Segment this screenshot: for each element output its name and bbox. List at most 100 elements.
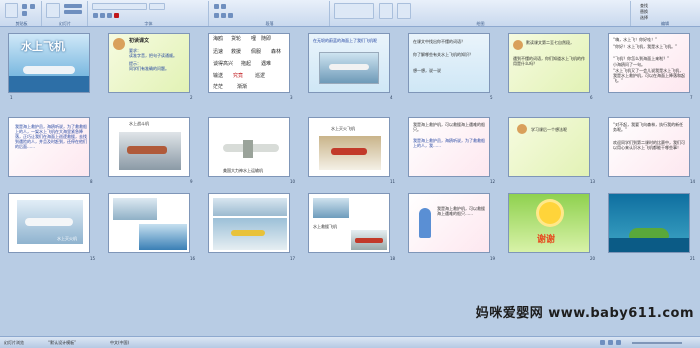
slide-number-5: 5: [490, 95, 493, 100]
copy-icon[interactable]: [22, 11, 27, 16]
font-size-select[interactable]: [149, 3, 165, 10]
reset-icon[interactable]: [64, 10, 82, 14]
slide-number-1: 1: [10, 95, 13, 100]
slide-number-2: 2: [190, 95, 193, 100]
replace-button[interactable]: 替换: [640, 9, 648, 14]
slide-sorter-view-icon[interactable]: [608, 340, 613, 345]
numbering-icon[interactable]: [221, 4, 226, 9]
word-10: 拖起: [241, 61, 252, 67]
slide-thumbnail-19[interactable]: 我是海上救护机，可以救援海上遇难的船只……: [408, 193, 490, 253]
status-view: 幻灯片浏览: [4, 340, 24, 345]
align-center-icon[interactable]: [221, 13, 226, 18]
seaplane-photo-top: [313, 198, 349, 218]
select-button[interactable]: 选择: [640, 15, 648, 20]
slide-thumbnail-6[interactable]: 默读课文第二至七自然段， 遇到不懂的词语，你们知道水上飞机的作用是什么吗？: [508, 33, 590, 93]
new-slide-button[interactable]: [46, 3, 60, 18]
slide-thumbnail-5[interactable]: 在课文中找出你不懂的词语？ 你了解哪些有关水上飞机的知识？ 想一想，说一说: [408, 33, 490, 93]
normal-view-icon[interactable]: [600, 340, 605, 345]
slide-7-line-4: 小海鸥问了一句。: [613, 62, 645, 67]
underline-icon[interactable]: [107, 13, 112, 18]
slide-thumbnail-8[interactable]: 我是海上救护员，海鸥听说，为了救救船上的人，一架水上飞机在大海里紧急降落，正巧让…: [8, 117, 90, 177]
slide-number-4: 4: [390, 95, 393, 100]
slide-thumbnail-7[interactable]: “嗨，水上飞！你好哇！” “你好！水上飞机，我是水上飞机。” “飞机？你怎么到海…: [608, 33, 690, 93]
font-family-select[interactable]: [92, 3, 147, 10]
paragraph-label: 段落: [265, 21, 274, 26]
word-3: 哩: [251, 36, 257, 42]
slide-thumbnail-4[interactable]: 在无垠的蔚蓝的海面上了我们飞机呢: [308, 33, 390, 93]
slide-thumbnail-2[interactable]: 初读课文 要求： 读准字音，把句子读通顺。 提示： 同学们有准确的问题。: [108, 33, 190, 93]
slide-thumbnail-17[interactable]: [208, 193, 290, 253]
slide-number-6: 6: [590, 95, 593, 100]
word-2: 货轮: [231, 36, 242, 42]
sun-face-icon: [539, 202, 561, 224]
slide-18-caption: 水上救援飞机: [313, 224, 337, 229]
word-4: 随即: [261, 36, 272, 42]
slideshow-view-icon[interactable]: [616, 340, 621, 345]
seaplane-photo-top: [213, 198, 287, 216]
sea-image: [9, 76, 89, 92]
monkey-icon: [517, 124, 527, 134]
drawing-group: 绘图: [331, 1, 631, 26]
bold-icon[interactable]: [93, 13, 98, 18]
slide-thumbnail-21[interactable]: [608, 193, 690, 253]
slide-1-title: 水上飞机: [21, 40, 65, 53]
sea-image: [609, 238, 689, 252]
clipboard-label: 剪贴板: [15, 21, 28, 26]
slide-thumbnail-20[interactable]: 谢谢: [508, 193, 590, 253]
slide-sorter: 水上飞机 1 初读课文 要求： 读准字音，把句子读通顺。 提示： 同学们有准确的…: [0, 27, 700, 336]
find-button[interactable]: 查找: [640, 3, 648, 8]
arrange-button[interactable]: [379, 3, 393, 19]
font-group: 字体: [89, 1, 209, 26]
slide-7-line-1: “嗨，水上飞！你好哇！”: [613, 37, 658, 42]
align-left-icon[interactable]: [214, 13, 219, 18]
slide-thumbnail-15[interactable]: 水上灭火机: [8, 193, 90, 253]
bullets-icon[interactable]: [214, 4, 219, 9]
slide-thumbnail-10[interactable]: 美国大力神水上运输机: [208, 117, 290, 177]
zoom-slider[interactable]: [632, 342, 682, 344]
fighter-plane-image: [127, 146, 167, 154]
font-color-icon[interactable]: [114, 13, 119, 18]
slide-5-line-2: 你了解哪些有关水上飞机的知识？: [413, 52, 473, 57]
quick-styles-button[interactable]: [397, 3, 411, 19]
slide-9-caption: 水上战斗机: [129, 121, 149, 126]
slide-12-line-2: 我是海上救护员，海鸥听说，为了救救船上的人，我……: [413, 138, 485, 148]
yellow-plane-image: [231, 230, 265, 236]
italic-icon[interactable]: [100, 13, 105, 18]
seaplane-image: [329, 64, 369, 70]
firefighting-plane-image: [331, 148, 367, 155]
slide-6-line-2: 遇到不懂的词语，你们知道水上飞机的作用是什么吗？: [513, 56, 585, 66]
slide-14-line-2: 欢迎同学们到第二课时的比赛中，我们可以用心来认识水上飞机都能干哪些事！: [613, 140, 685, 150]
slide-thumbnail-18[interactable]: 水上救援飞机: [308, 193, 390, 253]
slide-thumbnail-9[interactable]: 水上战斗机: [108, 117, 190, 177]
cut-icon[interactable]: [22, 4, 27, 9]
font-label: 字体: [144, 21, 153, 26]
slide-thumbnail-14[interactable]: “对不起，我要飞向森林，执行我的新任务呢。” 欢迎同学们到第二课时的比赛中，我们…: [608, 117, 690, 177]
align-right-icon[interactable]: [228, 13, 233, 18]
paste-button[interactable]: [5, 3, 18, 18]
slide-thumbnail-16[interactable]: [108, 193, 190, 253]
monkey-icon: [513, 40, 523, 50]
slide-2-line-2: 读准字音，把句子读通顺。: [129, 53, 177, 58]
slide-thumbnail-13[interactable]: 学习课后一个想法呢: [508, 117, 590, 177]
slide-thumbnail-3[interactable]: 海鸥 货轮 哩 随即 迅速 救援 佩服 森林 谈得高兴 拖起 遇难 输送 究竟 …: [208, 33, 290, 93]
monkey-icon: [113, 38, 125, 50]
status-theme: “默认设计模板”: [48, 340, 77, 345]
format-painter-icon[interactable]: [30, 4, 35, 9]
edit-group: 查找 替换 选择 编辑: [632, 1, 698, 26]
slide-number-13: 13: [590, 179, 596, 184]
word-13: 究竟: [233, 73, 244, 79]
slide-number-16: 16: [190, 256, 196, 261]
slide-number-17: 17: [290, 256, 296, 261]
slide-6-line-1: 默读课文第二至七自然段，: [526, 40, 574, 45]
shapes-gallery[interactable]: [334, 3, 374, 19]
layout-icon[interactable]: [64, 4, 82, 8]
slide-number-8: 8: [90, 179, 93, 184]
ribbon: 剪贴板 幻灯片 字体 段落 绘图 查找 替换 选择 编辑: [0, 0, 700, 27]
wing-image: [243, 140, 253, 158]
word-16: 渐渐: [237, 84, 248, 90]
slide-thumbnail-12[interactable]: 我是海上救护机，可以救援海上遇难的船只。 我是海上救护员，海鸥听说，为了救救船上…: [408, 117, 490, 177]
word-12: 输送: [213, 73, 224, 79]
status-bar: 幻灯片浏览 “默认设计模板” 中文(中国): [0, 336, 700, 348]
slide-thumbnail-1[interactable]: 水上飞机: [8, 33, 90, 93]
slide-thumbnail-11[interactable]: 水上灭火飞机: [308, 117, 390, 177]
